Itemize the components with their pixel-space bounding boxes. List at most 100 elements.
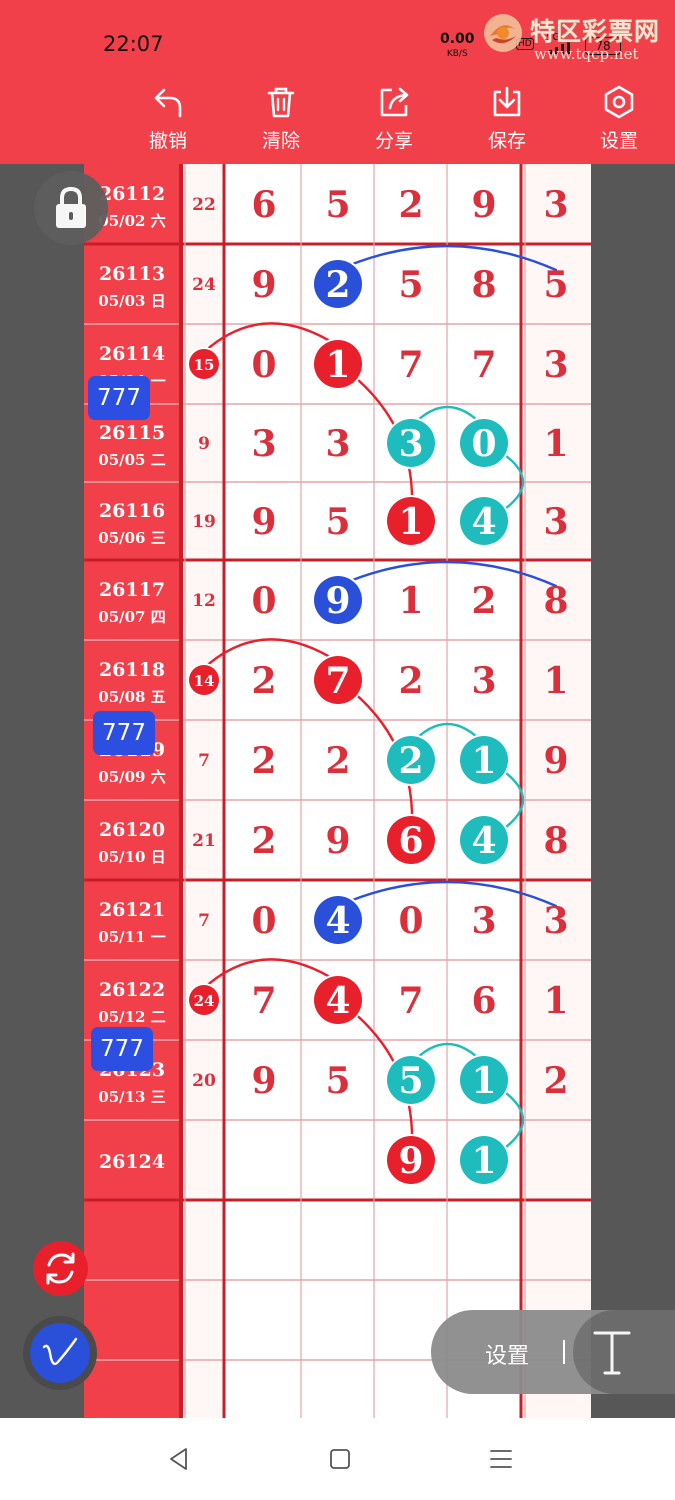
draw-digit: 5: [325, 501, 350, 543]
refresh-icon: [46, 1252, 75, 1285]
issue-date: 05/12 二: [98, 1008, 165, 1026]
chart-grid-area[interactable]: 26112 05/02 六 22 6 5 2 9 3 26113 05/03 日 24 9 2 5 8 5 26…: [0, 164, 675, 1418]
sum-value: 24: [192, 275, 216, 295]
tail-digit: 8: [543, 820, 568, 862]
issue-number: 26115: [99, 422, 165, 444]
draw-digit: 3: [471, 900, 496, 942]
text-tool-icon: [593, 1331, 631, 1375]
draw-digit: 1: [471, 740, 496, 782]
network-speed: 0.00 KB/S: [440, 32, 475, 61]
toolbar: [0, 80, 675, 216]
marker-badge[interactable]: 777: [88, 376, 150, 420]
sum-value: 24: [194, 992, 215, 1010]
sum-value: 21: [192, 831, 216, 851]
floating-settings-label[interactable]: 设置: [485, 1338, 529, 1370]
issue-date: 05/08 五: [98, 688, 165, 706]
pen-tool-button[interactable]: [23, 1316, 97, 1390]
draw-digit: 5: [325, 184, 350, 226]
sum-value: 15: [194, 356, 215, 374]
marker-badge[interactable]: 777: [93, 711, 155, 755]
undo-label: 撤销: [148, 130, 187, 152]
issue-date: 05/06 三: [98, 529, 165, 547]
share-label: 分享: [374, 130, 413, 152]
issue-date: 05/07 四: [98, 608, 165, 626]
status-bar: 22:07 0.00 KB/S HD 5G 78 特区彩票网 www.tqcp.…: [0, 0, 675, 80]
sum-value: 20: [192, 1071, 216, 1091]
draw-digit: 2: [325, 264, 350, 306]
settings-label: 设置: [599, 130, 638, 152]
save-button[interactable]: 保存: [470, 84, 544, 160]
issue-date: 05/11 一: [98, 928, 165, 946]
home-square-icon[interactable]: [327, 1446, 353, 1472]
settings-button[interactable]: 设置: [582, 84, 656, 160]
draw-digit: 8: [471, 264, 496, 306]
save-label: 保存: [487, 130, 526, 152]
draw-digit: 9: [471, 184, 496, 226]
tail-digit: 1: [543, 980, 568, 1022]
back-triangle-icon[interactable]: [166, 1446, 192, 1472]
draw-digit: 3: [471, 660, 496, 702]
draw-digit: 9: [251, 1060, 276, 1102]
share-icon: [380, 87, 409, 117]
issue-number: 26114: [99, 343, 165, 365]
text-tool-button[interactable]: [573, 1310, 675, 1394]
watermark-url: www.tqcp.net: [534, 45, 639, 63]
issue-number: 26116: [99, 500, 165, 522]
tail-digit: 8: [543, 580, 568, 622]
tail-digit: 1: [543, 423, 568, 465]
sum-value: 7: [198, 751, 210, 771]
download-icon: [493, 86, 521, 117]
gear-icon: [604, 85, 634, 119]
network-speed-unit: KB/S: [446, 49, 468, 59]
draw-digit: 2: [251, 820, 276, 862]
watermark-name: 特区彩票网: [530, 17, 661, 46]
pen-tool-inner: [30, 1323, 90, 1383]
draw-digit: 1: [325, 344, 350, 386]
sum-value: 19: [192, 512, 216, 532]
issue-number: 26112: [99, 183, 165, 205]
draw-digit: 1: [398, 580, 423, 622]
issue-number: 26117: [99, 579, 165, 601]
draw-digit: 1: [398, 501, 423, 543]
clear-button[interactable]: 清除: [244, 84, 318, 160]
draw-digit: 2: [325, 740, 350, 782]
divider: [563, 1340, 565, 1364]
refresh-button[interactable]: [33, 1241, 88, 1296]
draw-digit: 9: [325, 580, 350, 622]
issue-number: 26113: [99, 263, 165, 285]
draw-digit: 2: [251, 740, 276, 782]
navigation-bar: [0, 1418, 675, 1500]
trash-icon: [267, 87, 295, 118]
tail-digit: 1: [543, 660, 568, 702]
draw-digit: 2: [398, 740, 423, 782]
sum-value: 7: [198, 911, 210, 931]
undo-button[interactable]: 撤销: [131, 84, 205, 160]
draw-digit: 0: [398, 900, 423, 942]
share-button[interactable]: 分享: [357, 84, 431, 160]
draw-digit: 3: [398, 423, 423, 465]
draw-digit: 4: [471, 820, 496, 862]
issue-number: 26121: [99, 899, 165, 921]
draw-digit: 1: [471, 1140, 496, 1182]
tail-digit: 3: [543, 900, 568, 942]
clear-label: 清除: [261, 130, 300, 152]
floating-settings-panel[interactable]: 设置: [431, 1310, 675, 1394]
sum-value: 22: [192, 195, 216, 215]
draw-digit: 2: [398, 660, 423, 702]
trend-grid[interactable]: 2611205/02 六22 6 5 2 9 32611305/03 日24 9 2 5 8 526…: [0, 164, 675, 1418]
lock-icon: [56, 186, 86, 228]
marker-badge[interactable]: 777: [91, 1027, 153, 1071]
draw-digit: 2: [471, 580, 496, 622]
draw-digit: 1: [471, 1060, 496, 1102]
draw-digit: 2: [398, 184, 423, 226]
recent-apps-icon[interactable]: [488, 1446, 514, 1472]
draw-digit: 6: [251, 184, 276, 226]
watermark-logo-icon: [484, 14, 522, 52]
status-time: 22:07: [103, 32, 164, 56]
issue-date: 05/03 日: [98, 292, 165, 310]
issue-date: 05/09 六: [98, 768, 165, 786]
sum-value: 9: [198, 434, 210, 454]
issue-number: 26120: [99, 819, 165, 841]
lock-button[interactable]: [34, 171, 108, 245]
draw-digit: 9: [251, 501, 276, 543]
